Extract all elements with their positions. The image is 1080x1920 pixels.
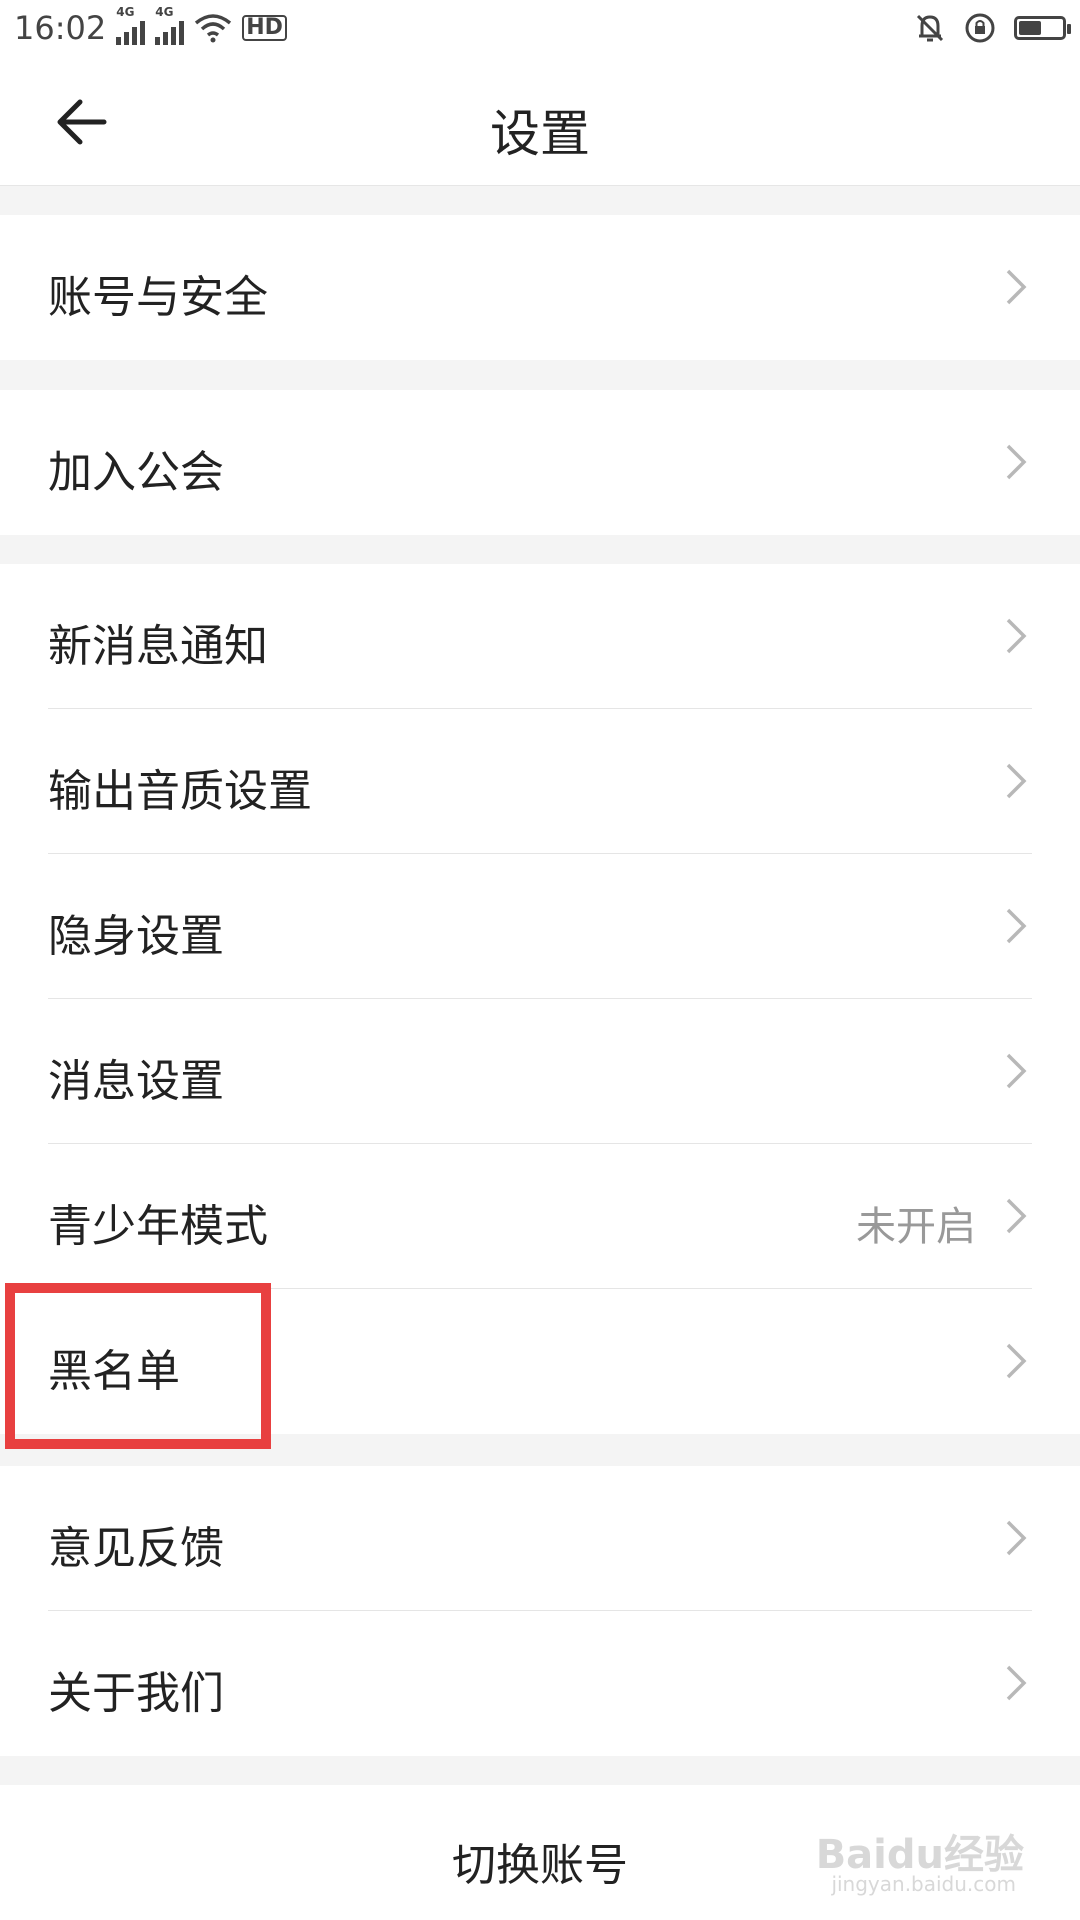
settings-item-label: 隐身设置	[48, 911, 224, 962]
network-type-label: 4G	[155, 5, 174, 19]
hd-badge: HD	[242, 15, 287, 41]
chevron-right-icon	[1006, 618, 1027, 654]
chevron-right-icon	[1006, 1520, 1027, 1556]
settings-item-label: 加入公会	[48, 447, 224, 498]
mute-bell-icon	[916, 14, 944, 42]
settings-group-guild: 加入公会	[0, 390, 1080, 535]
status-bar-right	[914, 12, 1071, 44]
app-header: 设置	[0, 56, 1080, 186]
chevron-right-icon	[1006, 1198, 1027, 1234]
chevron-right-icon	[1006, 763, 1027, 799]
settings-item-feedback[interactable]: 意见反馈	[0, 1466, 1080, 1611]
settings-item-label: 消息设置	[48, 1056, 224, 1107]
settings-item-blacklist[interactable]: 黑名单	[0, 1289, 1080, 1434]
settings-item-invisible[interactable]: 隐身设置	[0, 854, 1080, 999]
settings-item-label: 新消息通知	[48, 621, 268, 672]
battery-icon	[1014, 16, 1071, 40]
chevron-right-icon	[1006, 1053, 1027, 1089]
settings-item-label: 账号与安全	[48, 272, 268, 323]
settings-item-label: 关于我们	[48, 1668, 224, 1719]
settings-item-about-us[interactable]: 关于我们	[0, 1611, 1080, 1756]
settings-item-label: 黑名单	[48, 1346, 180, 1397]
chevron-right-icon	[1006, 269, 1027, 305]
signal-icon: 4G	[116, 5, 146, 45]
settings-group-account: 账号与安全	[0, 215, 1080, 360]
rotation-lock-icon	[965, 13, 995, 43]
settings-item-new-message-notify[interactable]: 新消息通知	[0, 564, 1080, 709]
settings-item-label: 意见反馈	[48, 1523, 224, 1574]
settings-group-about: 意见反馈 关于我们	[0, 1466, 1080, 1756]
chevron-right-icon	[1006, 1343, 1027, 1379]
settings-item-audio-quality[interactable]: 输出音质设置	[0, 709, 1080, 854]
wifi-icon	[195, 14, 232, 43]
network-type-label: 4G	[116, 5, 135, 19]
page-title: 设置	[490, 105, 590, 163]
settings-item-message-settings[interactable]: 消息设置	[0, 999, 1080, 1144]
status-time: 16:02	[14, 9, 107, 47]
settings-item-label: 青少年模式	[48, 1201, 268, 1252]
watermark-url: jingyan.baidu.com	[831, 1872, 1016, 1896]
settings-group-preferences: 新消息通知 输出音质设置 隐身设置 消息设置 青少年模式 未开启 黑名单	[0, 564, 1080, 1434]
chevron-right-icon	[1006, 908, 1027, 944]
signal-icon: 4G	[155, 5, 185, 45]
status-bar-left: 16:02 4G 4G HD	[14, 5, 287, 47]
teen-mode-status: 未开启	[856, 1204, 976, 1250]
chevron-right-icon	[1006, 444, 1027, 480]
settings-item-teen-mode[interactable]: 青少年模式 未开启	[0, 1144, 1080, 1289]
settings-item-account-security[interactable]: 账号与安全	[0, 215, 1080, 360]
chevron-right-icon	[1006, 1665, 1027, 1701]
status-bar: 16:02 4G 4G HD	[0, 0, 1080, 56]
settings-item-join-guild[interactable]: 加入公会	[0, 390, 1080, 535]
settings-item-label: 输出音质设置	[48, 766, 312, 817]
